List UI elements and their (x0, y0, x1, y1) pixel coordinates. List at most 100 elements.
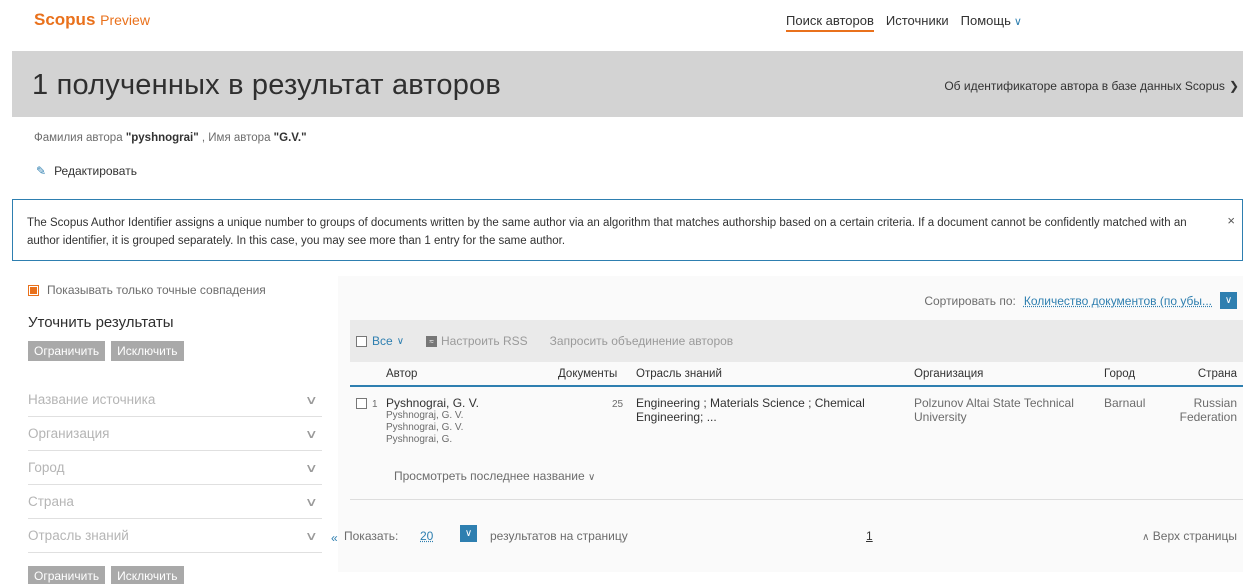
refine-buttons-bottom: Ограничить Исключить (28, 566, 184, 584)
scopus-logo[interactable]: Scopus Preview (34, 10, 150, 30)
close-icon[interactable]: × (1227, 212, 1235, 230)
col-author[interactable]: Автор (386, 368, 417, 380)
pagination-bar: Показать: 20 ∨ результатов на страницу 1… (338, 521, 1243, 551)
view-last-title-label: Просмотреть последнее название (394, 469, 585, 483)
chevron-down-icon: ∨ (1013, 16, 1022, 28)
page-number[interactable]: 1 (866, 529, 873, 543)
rss-button[interactable]: ≈ Настроить RSS (426, 334, 528, 348)
rss-icon: ≈ (426, 335, 438, 347)
facet-label: Страна (28, 494, 74, 509)
author-cell: Pyshnograi, G. V. Pyshnograj, G. V. Pysh… (386, 396, 479, 446)
author-name-link[interactable]: Pyshnograi, G. V. (386, 396, 479, 410)
firstname-label: , Имя автора (201, 132, 271, 144)
main-nav: Поиск авторов Источники Помощь ∨ (786, 13, 1022, 32)
firstname-value: "G.V." (273, 132, 307, 144)
results-panel: Сортировать по: Количество документов (п… (338, 276, 1243, 572)
facet-city[interactable]: Город ∨ (28, 451, 322, 485)
sort-label: Сортировать по: (924, 293, 1016, 308)
author-id-info-box: The Scopus Author Identifier assigns a u… (12, 199, 1243, 261)
documents-count[interactable]: 25 (612, 399, 623, 410)
chevron-down-icon[interactable]: ∨ (460, 525, 477, 542)
subject-cell: Engineering ; Materials Science ; Chemic… (636, 396, 865, 424)
facet-label: Отрасль знаний (28, 528, 129, 543)
lastname-value: "pyshnograi" (125, 132, 199, 144)
exact-match-label: Показывать только точные совпадения (47, 283, 266, 297)
about-author-id-link[interactable]: Об идентификаторе автора в базе данных S… (944, 79, 1239, 93)
results-banner: 1 полученных в результат авторов Об иден… (12, 51, 1243, 117)
chevron-up-icon: ∧ (1142, 532, 1150, 543)
row-index: 1 (372, 399, 378, 410)
chevron-down-icon: ∨ (305, 460, 319, 475)
nav-help-label: Помощь (960, 13, 1011, 28)
col-affiliation[interactable]: Организация (914, 368, 983, 380)
results-toolbar: Все ∨ ≈ Настроить RSS Запросить объединени… (350, 320, 1243, 362)
facet-country[interactable]: Страна ∨ (28, 485, 322, 519)
merge-authors-button[interactable]: Запросить объединение авторов (550, 334, 734, 348)
chevron-down-icon: ∨ (305, 426, 319, 441)
checkbox-checked-icon (28, 284, 39, 296)
chevron-down-icon: ∨ (396, 335, 405, 347)
nav-help[interactable]: Помощь ∨ (961, 13, 1022, 32)
sort-select[interactable]: Количество документов (по убы... (1024, 294, 1212, 308)
facet-label: Город (28, 460, 65, 475)
row-checkbox[interactable] (356, 398, 367, 409)
info-text: The Scopus Author Identifier assigns a u… (27, 217, 1187, 247)
about-link-label: Об идентификаторе автора в базе данных S… (944, 79, 1225, 93)
sort-control: Сортировать по: Количество документов (п… (924, 292, 1237, 309)
city-cell: Barnaul (1104, 396, 1146, 410)
col-documents[interactable]: Документы (558, 368, 617, 380)
chevron-down-icon[interactable]: ∨ (1220, 292, 1237, 309)
table-row: 1 Pyshnograi, G. V. Pyshnograj, G. V. Py… (350, 390, 1243, 500)
col-country[interactable]: Страна (1198, 368, 1237, 380)
facet-list: Название источника ∨ Организация ∨ Город ∨ … (28, 383, 322, 553)
refine-results-title: Уточнить результаты (28, 314, 174, 331)
checkbox-icon (356, 335, 367, 347)
results-table-header: Автор Документы Отрасль знаний Организац… (350, 362, 1243, 387)
facet-subject-area[interactable]: Отрасль знаний ∨ (28, 519, 322, 553)
rss-label: Настроить RSS (441, 334, 528, 348)
edit-search-button[interactable]: ✎ Редактировать (36, 164, 137, 178)
page-title: 1 полученных в результат авторов (32, 69, 501, 101)
pencil-icon: ✎ (36, 164, 47, 178)
exclude-button[interactable]: Исключить (111, 566, 184, 584)
edit-label: Редактировать (54, 164, 137, 178)
limit-button[interactable]: Ограничить (28, 566, 106, 584)
view-last-title-link[interactable]: Просмотреть последнее название ∨ (394, 469, 595, 483)
limit-button[interactable]: Ограничить (28, 341, 106, 361)
back-to-top-label: Верх страницы (1152, 529, 1237, 543)
select-all-label: Все (372, 334, 393, 348)
query-summary: Фамилия автора "pyshnograi" , Имя автора… (34, 132, 307, 144)
select-all-dropdown[interactable]: Все ∨ (356, 334, 404, 348)
facet-affiliation[interactable]: Организация ∨ (28, 417, 322, 451)
lastname-label: Фамилия автора (34, 132, 123, 144)
facet-source-title[interactable]: Название источника ∨ (28, 383, 322, 417)
top-bar: Scopus Preview Поиск авторов Источники П… (0, 0, 1243, 42)
logo-brand: Scopus (34, 10, 96, 29)
chevron-down-icon: ∨ (305, 392, 319, 407)
exclude-button[interactable]: Исключить (111, 341, 184, 361)
chevron-down-icon: ∨ (305, 528, 319, 543)
col-city[interactable]: Город (1104, 368, 1135, 380)
back-to-top-link[interactable]: ∧ Верх страницы (1142, 529, 1237, 543)
chevron-down-icon: ∨ (305, 494, 319, 509)
author-variant: Pyshnograi, G. V. (386, 422, 464, 433)
logo-suffix: Preview (100, 12, 150, 28)
exact-match-checkbox[interactable]: Показывать только точные совпадения (28, 283, 266, 297)
facet-label: Организация (28, 426, 110, 441)
show-label: Показать: (344, 529, 399, 543)
chevron-right-icon: ❯ (1228, 79, 1239, 93)
chevron-down-icon: ∨ (587, 472, 596, 483)
country-cell: Russian Federation (1179, 396, 1237, 424)
col-subject[interactable]: Отрасль знаний (636, 368, 722, 380)
author-variant: Pyshnograj, G. V. (386, 410, 464, 421)
author-variants: Pyshnograj, G. V. Pyshnograi, G. V. Pysh… (386, 410, 479, 446)
affiliation-cell: Polzunov Altai State Technical Universit… (914, 396, 1074, 424)
facet-label: Название источника (28, 392, 156, 407)
per-page-select[interactable]: 20 (420, 529, 433, 543)
per-page-suffix: результатов на страницу (490, 529, 628, 543)
collapse-sidebar-icon[interactable]: « (331, 531, 338, 545)
author-variant: Pyshnograi, G. (386, 434, 453, 445)
nav-author-search[interactable]: Поиск авторов (786, 13, 874, 32)
refine-buttons-top: Ограничить Исключить (28, 341, 184, 361)
nav-sources[interactable]: Источники (886, 13, 949, 32)
